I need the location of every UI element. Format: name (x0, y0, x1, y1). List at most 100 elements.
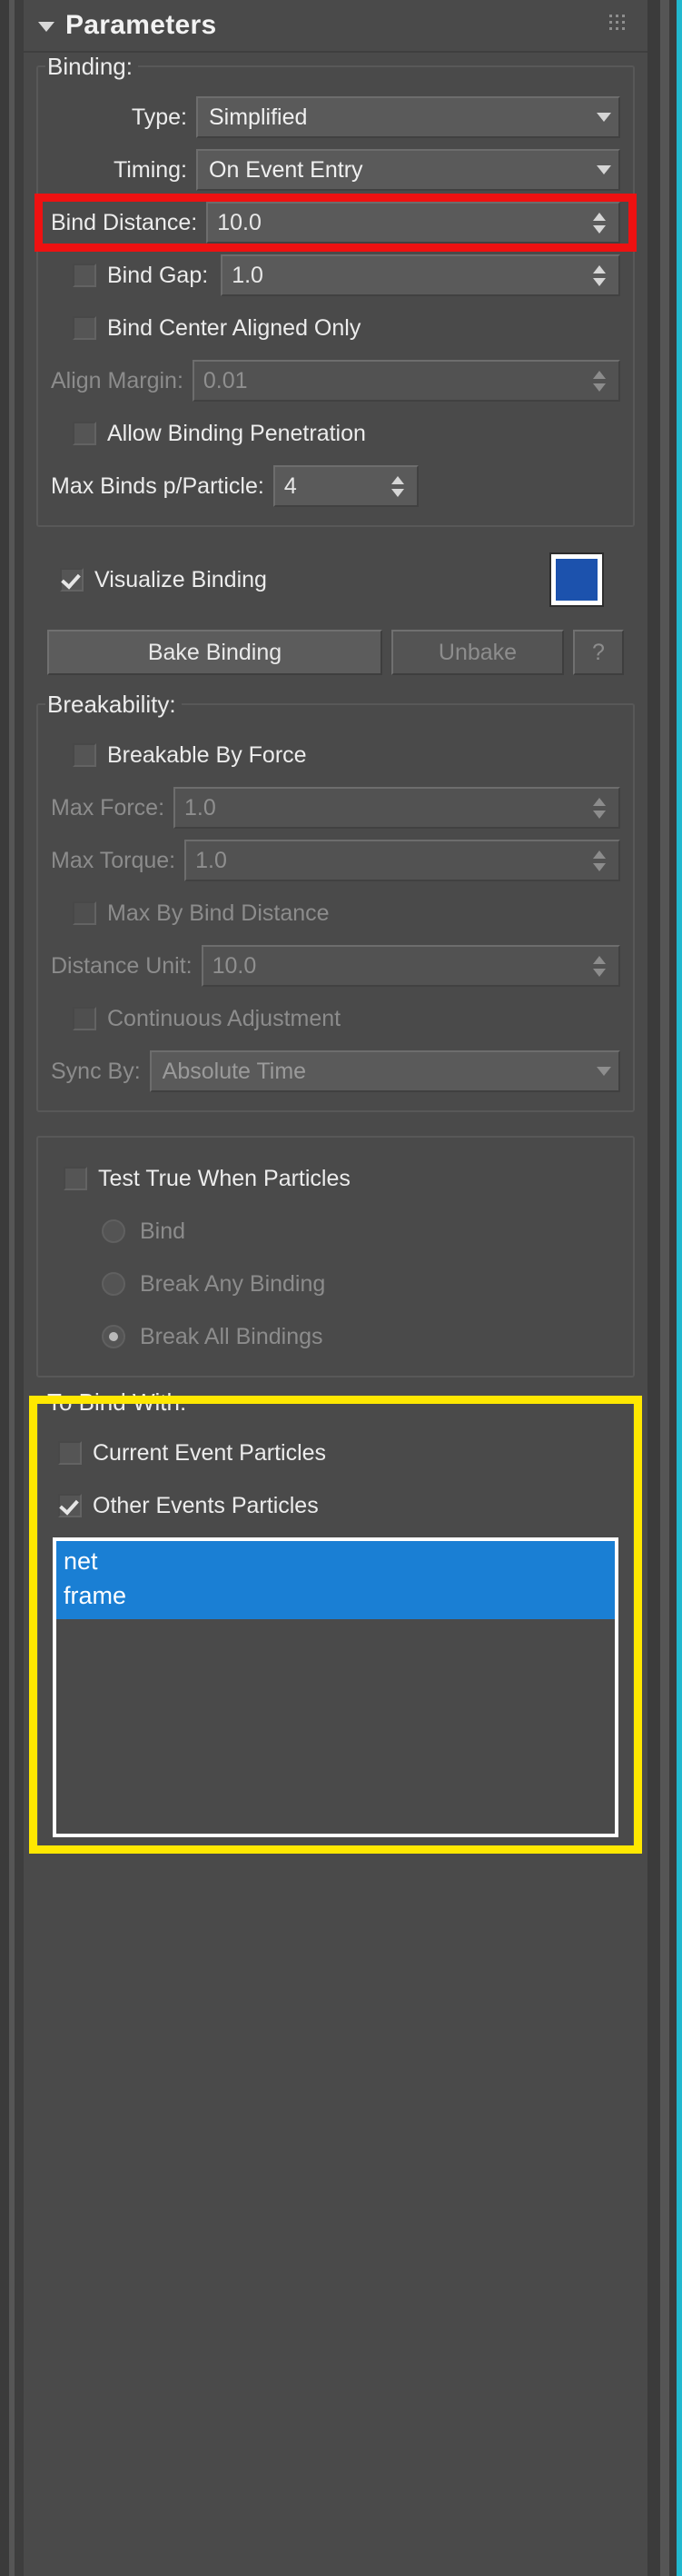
bind-gap-label: Bind Gap: (107, 262, 209, 288)
timing-dropdown[interactable]: On Event Entry (196, 149, 620, 191)
breakable-by-force-row[interactable]: Breakable By Force (47, 729, 624, 781)
panel-scrollbar[interactable] (660, 0, 669, 2576)
max-by-bind-distance-label: Max By Bind Distance (107, 900, 330, 926)
timing-row: Timing: On Event Entry (47, 144, 624, 196)
bake-row: Bake Binding Unbake ? (44, 625, 628, 680)
max-force-value: 1.0 (184, 794, 216, 821)
type-dropdown-value: Simplified (209, 104, 308, 130)
sync-by-row: Sync By: Absolute Time (47, 1045, 624, 1098)
spinner-arrows-icon (586, 789, 618, 827)
bind-center-aligned-checkbox[interactable] (73, 316, 96, 340)
grip-dots-icon[interactable] (609, 15, 629, 35)
visualize-binding-checkbox[interactable] (60, 568, 84, 592)
type-row: Type: Simplified (47, 91, 624, 144)
test-option-break-all-row: Break All Bindings (47, 1310, 624, 1363)
allow-binding-penetration-row[interactable]: Allow Binding Penetration (47, 407, 624, 460)
type-label: Type: (131, 104, 187, 130)
bind-distance-row: Bind Distance: 10.0 (47, 196, 624, 249)
sync-by-label: Sync By: (51, 1058, 141, 1084)
visualize-binding-row: Visualize Binding (42, 547, 629, 612)
chevron-down-icon (597, 113, 611, 122)
other-events-particles-row[interactable]: Other Events Particles (47, 1479, 624, 1532)
binding-group: Binding: Type: Simplified Timing: On Eve… (36, 53, 635, 527)
max-torque-label: Max Torque: (51, 847, 176, 873)
max-binds-row: Max Binds p/Particle: 4 (47, 460, 624, 512)
max-binds-label: Max Binds p/Particle: (51, 472, 264, 499)
spinner-arrows-icon[interactable] (586, 204, 618, 242)
events-listbox[interactable]: net frame (53, 1537, 618, 1837)
to-bind-with-group: To Bind With: Current Event Particles Ot… (36, 1388, 635, 1848)
bake-binding-button[interactable]: Bake Binding (47, 630, 382, 675)
binding-group-title: Binding: (45, 53, 138, 81)
bind-center-aligned-label: Bind Center Aligned Only (107, 314, 361, 341)
page-title: Parameters (65, 10, 217, 40)
breakability-group-title: Breakability: (45, 691, 182, 719)
spinner-arrows-icon (586, 947, 618, 985)
max-torque-value: 1.0 (195, 847, 227, 873)
rollout-header[interactable]: Parameters (24, 0, 647, 53)
radio-bind (102, 1219, 125, 1243)
test-true-checkbox[interactable] (64, 1167, 87, 1190)
sync-by-dropdown-value: Absolute Time (162, 1058, 307, 1084)
max-force-row: Max Force: 1.0 (47, 781, 624, 834)
visualize-binding-color-swatch[interactable] (549, 552, 604, 607)
test-true-header-row[interactable]: Test True When Particles (47, 1152, 624, 1205)
unbake-button[interactable]: Unbake (391, 630, 564, 675)
visualize-binding-label: Visualize Binding (94, 566, 267, 592)
chevron-down-icon (597, 1067, 611, 1076)
current-event-particles-label: Current Event Particles (93, 1439, 327, 1466)
other-events-particles-checkbox[interactable] (58, 1494, 82, 1517)
bind-center-aligned-row[interactable]: Bind Center Aligned Only (47, 302, 624, 354)
max-force-spinner: 1.0 (173, 787, 620, 829)
max-by-bind-distance-checkbox (73, 901, 96, 925)
bind-distance-value: 10.0 (217, 209, 262, 235)
max-force-label: Max Force: (51, 794, 165, 821)
test-true-label: Test True When Particles (98, 1165, 351, 1191)
breakable-by-force-label: Breakable By Force (107, 741, 307, 768)
continuous-adjustment-label: Continuous Adjustment (107, 1005, 341, 1031)
chevron-down-icon (597, 165, 611, 174)
bind-distance-spinner[interactable]: 10.0 (206, 202, 620, 244)
align-margin-spinner: 0.01 (192, 360, 620, 402)
left-gutter (0, 0, 9, 2576)
bind-gap-spinner[interactable]: 1.0 (221, 254, 620, 296)
bind-distance-label: Bind Distance: (51, 209, 198, 235)
distance-unit-spinner: 10.0 (201, 945, 620, 987)
align-margin-value: 0.01 (203, 367, 248, 393)
distance-unit-value: 10.0 (212, 952, 257, 979)
right-gutter (647, 0, 660, 2576)
continuous-adjustment-row: Continuous Adjustment (47, 992, 624, 1045)
type-dropdown[interactable]: Simplified (196, 96, 620, 138)
parameters-panel: Parameters Binding: Type: Simplified Tim… (24, 0, 647, 2576)
allow-binding-penetration-label: Allow Binding Penetration (107, 420, 366, 446)
bind-gap-checkbox[interactable] (73, 264, 96, 287)
continuous-adjustment-checkbox (73, 1007, 96, 1030)
spinner-arrows-icon[interactable] (586, 256, 618, 294)
max-binds-spinner[interactable]: 4 (272, 465, 419, 507)
current-event-particles-row[interactable]: Current Event Particles (47, 1427, 624, 1479)
help-button[interactable]: ? (573, 630, 624, 675)
list-item[interactable]: net (56, 1545, 615, 1579)
spinner-arrows-icon (586, 362, 618, 400)
breakability-group: Breakability: Breakable By Force Max For… (36, 691, 635, 1112)
radio-break-all-bindings (102, 1325, 125, 1348)
sync-by-dropdown: Absolute Time (149, 1050, 620, 1092)
current-event-particles-checkbox[interactable] (58, 1441, 82, 1465)
bind-gap-row: Bind Gap: 1.0 (47, 249, 624, 302)
breakable-by-force-checkbox[interactable] (73, 743, 96, 767)
test-option-bind-row: Bind (47, 1205, 624, 1258)
allow-binding-penetration-checkbox[interactable] (73, 422, 96, 445)
other-events-particles-label: Other Events Particles (93, 1492, 319, 1518)
timing-dropdown-value: On Event Entry (209, 156, 363, 183)
list-item[interactable]: frame (56, 1579, 615, 1614)
panel-root: Parameters Binding: Type: Simplified Tim… (0, 0, 682, 2576)
to-bind-with-title: To Bind With: (45, 1388, 193, 1417)
radio-break-any-binding-label: Break Any Binding (140, 1270, 326, 1297)
radio-break-any-binding (102, 1272, 125, 1296)
events-listbox-selection: net frame (56, 1541, 615, 1619)
left-inner-rail (15, 0, 24, 2576)
spinner-arrows-icon[interactable] (384, 467, 417, 505)
max-binds-value: 4 (283, 472, 297, 499)
max-torque-row: Max Torque: 1.0 (47, 834, 624, 887)
triangle-down-icon[interactable] (38, 21, 54, 32)
